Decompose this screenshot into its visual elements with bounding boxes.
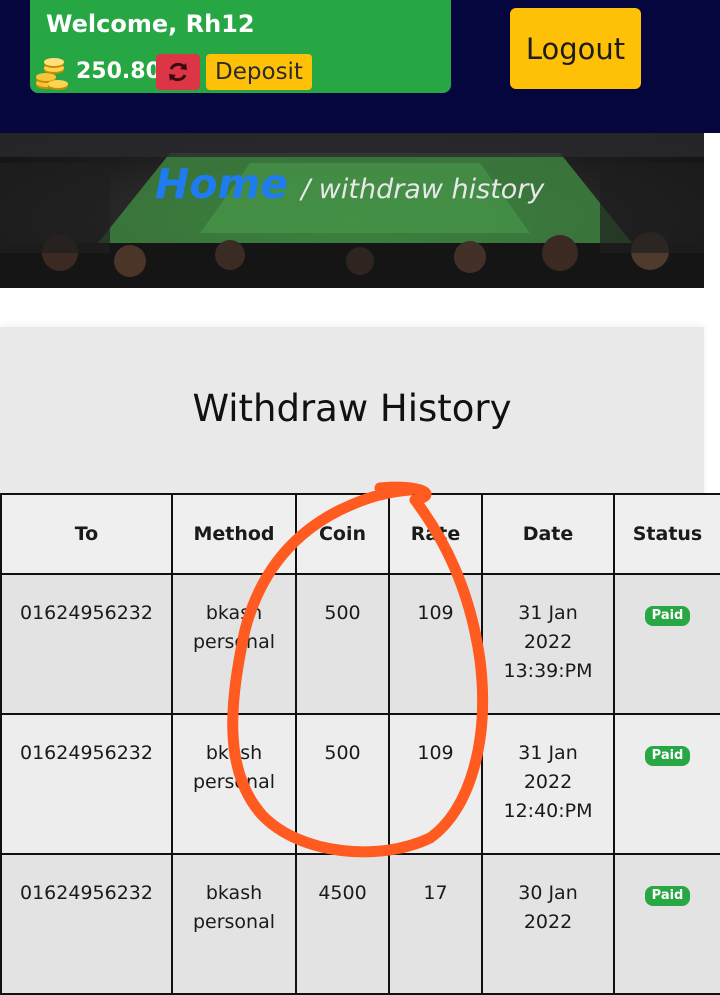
- top-header: Welcome, Rh12 250.80 Deposit Logout: [0, 0, 720, 133]
- method-type: personal: [192, 631, 276, 653]
- page-title: Withdraw History: [192, 387, 512, 430]
- logout-button[interactable]: Logout: [510, 8, 641, 89]
- stadium-crowd-image: [0, 133, 704, 288]
- method-type: personal: [192, 911, 276, 933]
- cell-date: 31 Jan 2022 12:40:PM: [481, 713, 615, 855]
- column-header-status: Status: [613, 493, 720, 575]
- cell-coin: 4500: [295, 853, 390, 995]
- cell-method: bkash personal: [171, 853, 297, 995]
- cell-to: 01624956232: [0, 713, 173, 855]
- cell-to: 01624956232: [0, 853, 173, 995]
- breadcrumb-home-link[interactable]: Home: [155, 160, 288, 208]
- refresh-icon: [169, 62, 187, 82]
- date-day: 31 Jan: [518, 602, 578, 624]
- date-day: 30 Jan: [518, 882, 578, 904]
- balance-amount: 250.80: [76, 59, 161, 84]
- method-name: bkash: [205, 602, 263, 624]
- table-row: 01624956232 bkash personal 500 109 31 Jan…: [0, 573, 720, 715]
- breadcrumb-current: / withdraw history: [301, 174, 545, 205]
- cell-rate: 109: [388, 573, 483, 715]
- table-row: 01624956232 bkash personal 500 109 31 Jan…: [0, 713, 720, 855]
- status-badge: Paid: [644, 606, 691, 626]
- deposit-button[interactable]: Deposit: [206, 54, 312, 90]
- cell-status: Paid: [613, 853, 720, 995]
- cell-date: 31 Jan 2022 13:39:PM: [481, 573, 615, 715]
- column-header-date: Date: [481, 493, 615, 575]
- table-header-row: To Method Coin Rate Date Status: [0, 493, 720, 575]
- date-year: 2022: [523, 911, 573, 933]
- status-badge: Paid: [644, 746, 691, 766]
- cell-rate: 17: [388, 853, 483, 995]
- table-row: 01624956232 bkash personal 4500 17 30 Jan…: [0, 853, 720, 995]
- date-time: 12:40:PM: [503, 800, 593, 822]
- cell-rate: 109: [388, 713, 483, 855]
- column-header-rate: Rate: [388, 493, 483, 575]
- withdraw-history-table: To Method Coin Rate Date Status 01624956…: [0, 493, 720, 995]
- cell-to: 01624956232: [0, 573, 173, 715]
- refresh-balance-button[interactable]: [156, 54, 200, 90]
- method-type: personal: [192, 771, 276, 793]
- date-year: 2022: [523, 771, 573, 793]
- date-day: 31 Jan: [518, 742, 578, 764]
- coins-icon: [36, 58, 68, 90]
- cell-coin: 500: [295, 713, 390, 855]
- cell-status: Paid: [613, 713, 720, 855]
- cell-status: Paid: [613, 573, 720, 715]
- column-header-to: To: [0, 493, 173, 575]
- cell-coin: 500: [295, 573, 390, 715]
- column-header-coin: Coin: [295, 493, 390, 575]
- cell-date: 30 Jan 2022: [481, 853, 615, 995]
- breadcrumb: Home / withdraw history: [155, 160, 544, 208]
- cell-method: bkash personal: [171, 573, 297, 715]
- stadium-banner: Home / withdraw history: [0, 133, 704, 288]
- date-year: 2022: [523, 631, 573, 653]
- method-name: bkash: [205, 742, 263, 764]
- method-name: bkash: [205, 882, 263, 904]
- cell-method: bkash personal: [171, 713, 297, 855]
- column-header-method: Method: [171, 493, 297, 575]
- date-time: 13:39:PM: [503, 660, 593, 682]
- welcome-text: Welcome, Rh12: [46, 10, 255, 38]
- status-badge: Paid: [644, 886, 691, 906]
- welcome-card: Welcome, Rh12 250.80 Deposit: [30, 0, 451, 93]
